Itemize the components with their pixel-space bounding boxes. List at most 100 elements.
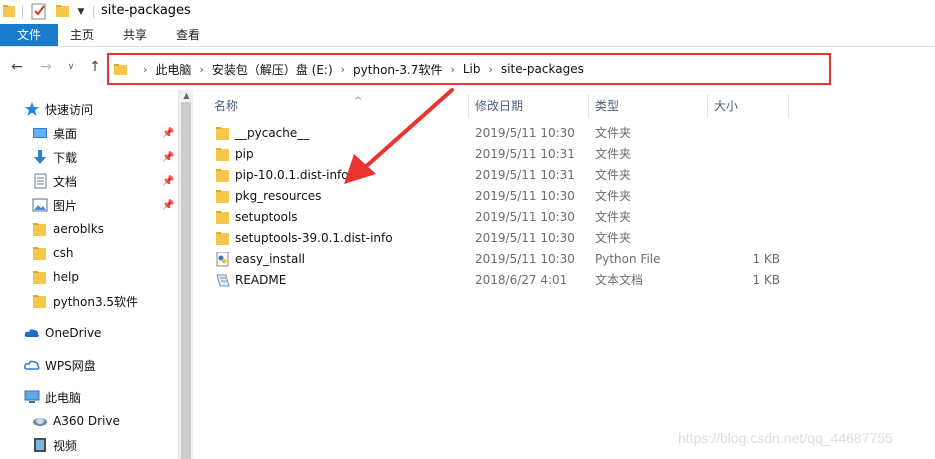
sidebar-item-label: 此电脑 [45,390,82,405]
tab-file[interactable]: 文件 [0,24,58,46]
file-size: 1 KB [752,273,780,287]
breadcrumb-lib[interactable]: Lib [463,62,481,76]
sidebar-item-documents[interactable]: 文档 📌 [0,170,178,192]
python-file-icon [216,252,229,267]
file-modified: 2018/6/27 4:01 [475,273,568,287]
pin-icon[interactable]: 📌 [162,152,174,163]
ribbon-tabs: 文件 主页 共享 查看 [0,24,935,47]
chevron-right-icon[interactable]: › [199,63,203,76]
picture-icon [32,198,48,212]
pin-icon[interactable]: 📌 [162,200,174,211]
sidebar-item-label: 桌面 [53,126,78,141]
chevron-right-icon[interactable]: › [489,63,493,76]
pin-icon[interactable]: 📌 [162,176,174,187]
folder-icon [216,211,229,224]
file-modified: 2019/5/11 10:30 [475,210,575,224]
file-row[interactable]: pkg_resources 2019/5/11 10:30 文件夹 [194,186,935,207]
breadcrumb-drive[interactable]: 安装包（解压）盘 (E:) [212,61,333,78]
properties-icon[interactable] [31,3,47,20]
folder-icon [114,64,127,75]
search-box[interactable] [836,57,931,79]
wps-cloud-icon [24,360,40,370]
file-type: 文件夹 [595,231,632,245]
chevron-right-icon[interactable]: › [450,63,454,76]
sidebar-item-downloads[interactable]: 下载 📌 [0,146,178,168]
chevron-right-icon[interactable]: › [143,63,147,76]
sidebar-item-quick-access[interactable]: 快速访问 [0,98,178,120]
file-type: 文件夹 [595,189,632,203]
nav-pane-scrollbar[interactable]: ▲ [178,90,193,459]
address-bar[interactable]: › 此电脑 › 安装包（解压）盘 (E:) › python-3.7软件 › L… [107,53,831,85]
title-bar: ▼ site-packages [0,0,935,24]
breadcrumb-this-pc[interactable]: 此电脑 [155,61,191,78]
scrollbar-thumb[interactable] [181,102,191,459]
sidebar-item-label: csh [53,246,74,260]
file-modified: 2019/5/11 10:31 [475,147,575,161]
sidebar-item-videos[interactable]: 视频 [0,434,178,456]
pin-icon[interactable]: 📌 [162,128,174,139]
folder-icon [33,271,46,284]
breadcrumb-site-packages[interactable]: site-packages [501,62,584,76]
sidebar-item-desktop[interactable]: 桌面 📌 [0,122,178,144]
file-modified: 2019/5/11 10:30 [475,252,575,266]
sidebar-item-this-pc[interactable]: 此电脑 [0,386,178,408]
file-row[interactable]: setuptools-39.0.1.dist-info 2019/5/11 10… [194,228,935,249]
file-row[interactable]: setuptools 2019/5/11 10:30 文件夹 [194,207,935,228]
chevron-right-icon[interactable]: › [341,63,345,76]
sidebar-item-label: 文档 [53,174,78,189]
sidebar-item-onedrive[interactable]: OneDrive [0,322,178,344]
folder-icon [33,247,46,260]
sidebar-item-label: 快速访问 [45,102,94,117]
sidebar-item-help[interactable]: help [0,266,178,288]
document-icon [34,173,47,189]
tab-home[interactable]: 主页 [70,24,94,46]
file-row[interactable]: README 2018/6/27 4:01 文本文档 1 KB [194,270,935,291]
file-name: pkg_resources [235,189,322,203]
sidebar-item-label: OneDrive [45,326,102,340]
file-row[interactable]: easy_install 2019/5/11 10:30 Python File… [194,249,935,270]
back-arrow-icon[interactable]: ← [8,58,26,76]
file-name: pip [235,147,254,161]
file-modified: 2019/5/11 10:30 [475,231,575,245]
folder-icon [216,127,229,140]
column-divider[interactable] [707,94,708,118]
column-header-name[interactable]: 名称 ^ [214,94,362,118]
file-row[interactable]: pip 2019/5/11 10:31 文件夹 [194,144,935,165]
sidebar-item-a360-drive[interactable]: A360 Drive [0,410,178,432]
column-header-type[interactable]: 类型 [595,94,619,118]
desktop-icon [33,128,47,138]
window-title: site-packages [101,3,191,18]
quick-access-dropdown-icon[interactable]: ▼ [75,6,87,18]
tab-share[interactable]: 共享 [123,24,147,46]
sidebar-item-aeroblks[interactable]: aeroblks [0,218,178,240]
up-arrow-icon[interactable]: ↑ [86,58,104,76]
breadcrumb-python[interactable]: python-3.7软件 [353,61,442,78]
file-modified: 2019/5/11 10:31 [475,168,575,182]
sidebar-item-pictures[interactable]: 图片 📌 [0,194,178,216]
file-row[interactable]: pip-10.0.1.dist-info 2019/5/11 10:31 文件夹 [194,165,935,186]
column-divider[interactable] [588,94,589,118]
breadcrumb: › 此电脑 › 安装包（解压）盘 (E:) › python-3.7软件 › L… [135,55,584,83]
file-size: 1 KB [752,252,780,266]
file-type: 文件夹 [595,126,632,140]
sidebar-item-python35[interactable]: python3.5软件 [0,290,178,312]
forward-arrow-icon[interactable]: → [37,58,55,76]
file-name: README [235,273,287,287]
file-name: __pycache__ [235,126,310,140]
scroll-up-icon[interactable]: ▲ [179,90,194,102]
tab-view[interactable]: 查看 [176,24,200,46]
file-row[interactable]: __pycache__ 2019/5/11 10:30 文件夹 [194,123,935,144]
a360-icon [33,418,47,426]
sidebar-item-label: A360 Drive [53,414,120,428]
column-divider[interactable] [788,94,789,118]
sidebar-item-csh[interactable]: csh [0,242,178,264]
sidebar-item-label: WPS网盘 [45,358,96,373]
new-folder-icon[interactable] [56,4,70,18]
column-header-size[interactable]: 大小 [714,94,738,118]
sidebar-item-label: help [53,270,79,284]
sidebar-item-wps-cloud[interactable]: WPS网盘 [0,354,178,376]
folder-icon [33,295,46,308]
file-type: Python File [595,252,661,266]
column-header-modified[interactable]: 修改日期 [475,94,523,118]
recent-locations-chevron-icon[interactable]: ∨ [62,58,80,76]
